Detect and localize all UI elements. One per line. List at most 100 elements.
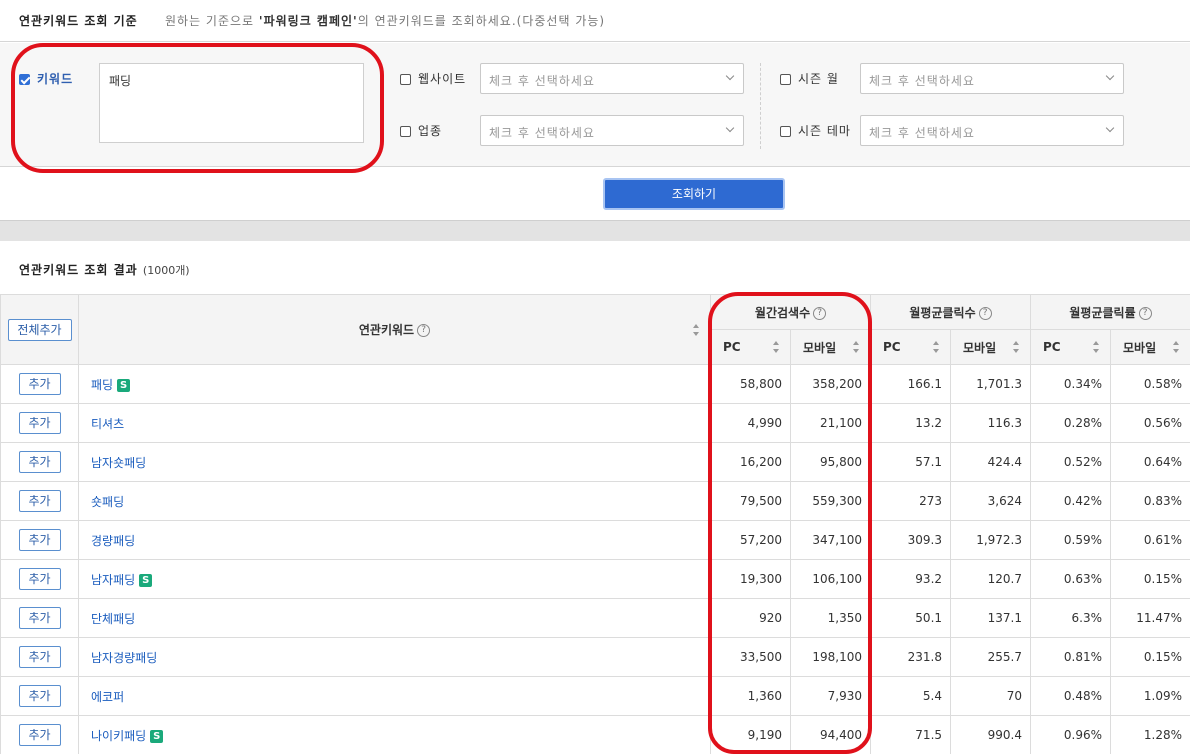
keyword-input[interactable]: 패딩 (99, 63, 364, 143)
add-cell: 추가 (0, 637, 79, 677)
add-keyword-button[interactable]: 추가 (18, 412, 61, 434)
keyword-link[interactable]: 경량패딩 (91, 534, 135, 548)
criteria-description: 원하는 기준으로 '파워링크 캠페인'의 연관키워드를 조회하세요.(다중선택 … (165, 14, 606, 28)
industry-select-placeholder: 체크 후 선택하세요 (489, 126, 595, 140)
click-pc-cell: 5.4 (870, 676, 952, 716)
click-pc-cell: 13.2 (870, 403, 952, 443)
clicks-mobile-header[interactable]: 모바일 (950, 329, 1032, 365)
industry-select[interactable]: 체크 후 선택하세요 (480, 115, 744, 146)
mobile-cell: 198,100 (789, 637, 872, 677)
add-keyword-button[interactable]: 추가 (18, 451, 61, 473)
keyword-header[interactable]: 연관키워드? (78, 294, 711, 365)
pc-cell: 9,190 (710, 715, 791, 754)
mobile-cell: 95,800 (789, 442, 872, 482)
add-keyword-button[interactable]: 추가 (18, 529, 61, 551)
sort-icon[interactable] (773, 341, 780, 353)
add-all-button[interactable]: 전체추가 (7, 318, 72, 341)
keyword-cell[interactable]: 남자경량패딩 (78, 637, 711, 677)
keyword-cell[interactable]: 에코퍼 (78, 676, 711, 716)
click-mobile-cell: 120.7 (950, 559, 1032, 599)
click-mobile-cell: 424.4 (950, 442, 1032, 482)
table-row: 추가 티셔츠 4,990 21,100 13.2 116.3 0.28% 0.56% (0, 403, 1190, 443)
mobile-cell: 21,100 (789, 403, 872, 443)
keyword-label: 키워드 (37, 72, 74, 86)
website-select[interactable]: 체크 후 선택하세요 (480, 63, 744, 94)
chevron-down-icon (725, 123, 735, 133)
season-theme-select-placeholder: 체크 후 선택하세요 (869, 126, 975, 140)
keyword-cell[interactable]: 단체패딩 (78, 598, 711, 638)
ctr-mobile-cell: 1.09% (1110, 676, 1190, 716)
sort-icon[interactable] (1173, 341, 1180, 353)
keyword-cell[interactable]: 남자패딩 S (78, 559, 711, 599)
season-theme-select[interactable]: 체크 후 선택하세요 (860, 115, 1124, 146)
avg-clicks-header: 월평균클릭수? (870, 294, 1032, 330)
clicks-pc-header[interactable]: PC (870, 329, 952, 365)
sort-icon[interactable] (1013, 341, 1020, 353)
search-mobile-header[interactable]: 모바일 (789, 329, 872, 365)
sort-icon[interactable] (693, 324, 700, 336)
search-pc-header[interactable]: PC (710, 329, 791, 365)
keyword-cell[interactable]: 티셔츠 (78, 403, 711, 443)
ctr-pc-cell: 0.59% (1030, 520, 1112, 560)
results-title: 연관키워드 조회 결과 (1000개) (19, 263, 190, 277)
keyword-cell[interactable]: 패딩 S (78, 364, 711, 404)
ctr-pc-cell: 0.42% (1030, 481, 1112, 521)
keyword-link[interactable]: 남자경량패딩 (91, 651, 157, 665)
industry-checkbox-icon[interactable] (400, 126, 411, 137)
ctr-mobile-header[interactable]: 모바일 (1110, 329, 1190, 365)
add-keyword-button[interactable]: 추가 (18, 568, 61, 590)
season-theme-checkbox-icon[interactable] (780, 126, 791, 137)
click-pc-cell: 50.1 (870, 598, 952, 638)
keyword-link[interactable]: 남자패딩 (91, 573, 135, 587)
add-keyword-button[interactable]: 추가 (18, 607, 61, 629)
keyword-link[interactable]: 패딩 (91, 378, 113, 392)
ctr-mobile-cell: 0.64% (1110, 442, 1190, 482)
help-circle-icon[interactable]: ? (1138, 306, 1152, 320)
add-cell: 추가 (0, 481, 79, 521)
keyword-cell[interactable]: 남자숏패딩 (78, 442, 711, 482)
add-keyword-button[interactable]: 추가 (18, 724, 61, 746)
click-pc-cell: 93.2 (870, 559, 952, 599)
click-pc-cell: 231.8 (870, 637, 952, 677)
chevron-down-icon (1105, 71, 1115, 81)
help-circle-icon[interactable]: ? (417, 324, 431, 337)
keyword-link[interactable]: 남자숏패딩 (91, 456, 146, 470)
add-keyword-button[interactable]: 추가 (18, 490, 61, 512)
sort-icon[interactable] (853, 341, 860, 353)
add-keyword-button[interactable]: 추가 (18, 373, 61, 395)
season-month-select[interactable]: 체크 후 선택하세요 (860, 63, 1124, 94)
keyword-link[interactable]: 티셔츠 (91, 417, 124, 431)
add-cell: 추가 (0, 520, 79, 560)
table-row: 추가 숏패딩 79,500 559,300 273 3,624 0.42% 0.83% (0, 481, 1190, 521)
keyword-link[interactable]: 나이키패딩 (91, 729, 146, 743)
table-row: 추가 에코퍼 1,360 7,930 5.4 70 0.48% 1.09% (0, 676, 1190, 716)
help-circle-icon[interactable]: ? (813, 306, 827, 320)
keyword-cell[interactable]: 나이키패딩 S (78, 715, 711, 754)
keyword-cell[interactable]: 경량패딩 (78, 520, 711, 560)
mobile-cell: 106,100 (789, 559, 872, 599)
section-separator (0, 220, 1190, 241)
click-mobile-cell: 137.1 (950, 598, 1032, 638)
click-mobile-cell: 1,972.3 (950, 520, 1032, 560)
ctr-pc-header[interactable]: PC (1030, 329, 1112, 365)
pc-cell: 58,800 (710, 364, 791, 404)
sort-icon[interactable] (1093, 341, 1100, 353)
keyword-cell[interactable]: 숏패딩 (78, 481, 711, 521)
season-month-checkbox-icon[interactable] (780, 74, 791, 85)
results-body: 추가 패딩 S 58,800 358,200 166.1 1,701.3 0.34% 0.58%… (0, 364, 1190, 754)
s-badge-icon: S (117, 378, 131, 392)
ctr-pc-cell: 0.28% (1030, 403, 1112, 443)
keyword-checkbox-icon[interactable] (19, 74, 30, 85)
sort-icon[interactable] (933, 341, 940, 353)
add-keyword-button[interactable]: 추가 (18, 646, 61, 668)
keyword-link[interactable]: 단체패딩 (91, 612, 135, 626)
mobile-cell: 94,400 (789, 715, 872, 754)
website-checkbox-icon[interactable] (400, 74, 411, 85)
click-pc-cell: 273 (870, 481, 952, 521)
help-circle-icon[interactable]: ? (978, 306, 992, 320)
add-keyword-button[interactable]: 추가 (18, 685, 61, 707)
search-button[interactable]: 조회하기 (603, 178, 785, 210)
keyword-link[interactable]: 에코퍼 (91, 690, 124, 704)
keyword-link[interactable]: 숏패딩 (91, 495, 124, 509)
click-mobile-cell: 990.4 (950, 715, 1032, 754)
